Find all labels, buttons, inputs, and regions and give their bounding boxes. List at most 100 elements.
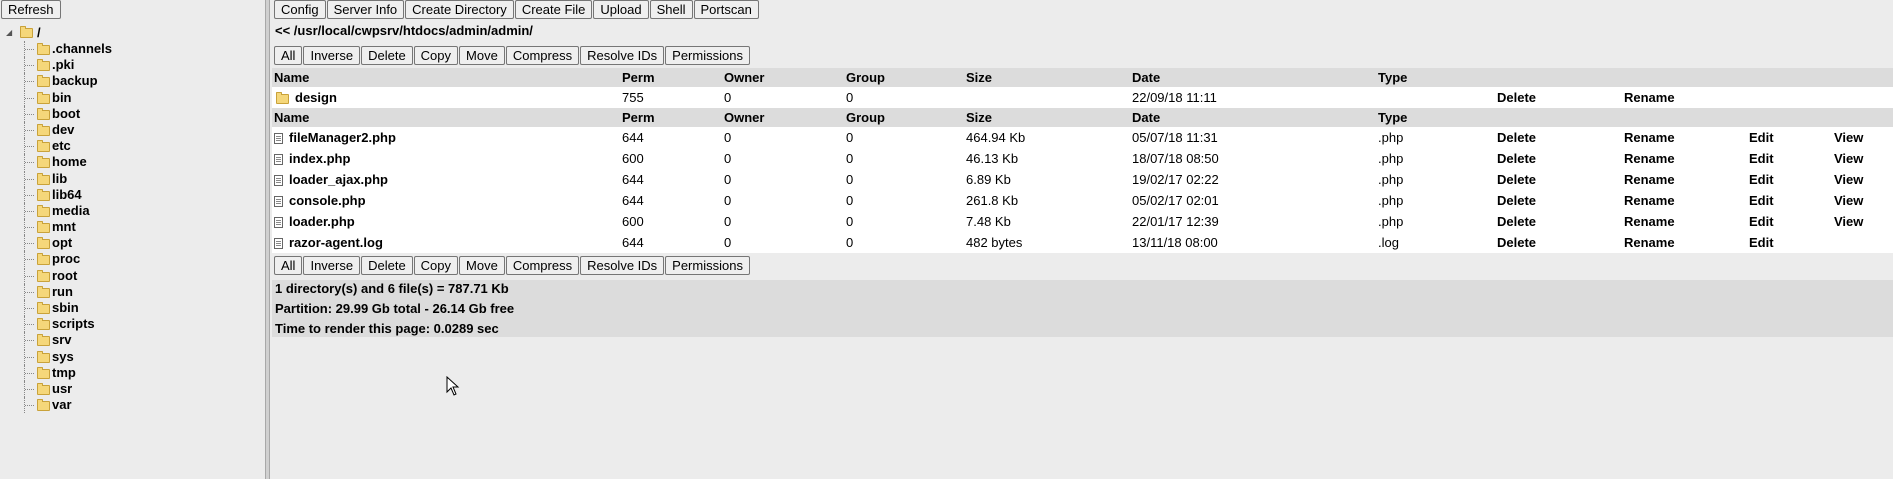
tree-item-label[interactable]: backup — [52, 73, 98, 89]
column-header-perm[interactable]: Perm — [622, 68, 655, 87]
tree-item-label[interactable]: .channels — [52, 41, 112, 57]
panel-divider[interactable] — [265, 0, 270, 479]
tree-item-label[interactable]: run — [52, 284, 73, 300]
delete-link[interactable]: Delete — [1497, 232, 1536, 253]
name-cell[interactable]: design — [274, 87, 337, 108]
delete-link[interactable]: Delete — [1497, 169, 1536, 190]
delete-link[interactable]: Delete — [1497, 190, 1536, 211]
current-path-link[interactable]: << /usr/local/cwpsrv/htdocs/admin/admin/ — [275, 23, 533, 38]
tree-item-label[interactable]: etc — [52, 138, 71, 154]
edit-link[interactable]: Edit — [1749, 190, 1774, 211]
column-header-date[interactable]: Date — [1132, 68, 1160, 87]
delete-link[interactable]: Delete — [1497, 148, 1536, 169]
tree-item-label[interactable]: .pki — [52, 57, 74, 73]
rename-link[interactable]: Rename — [1624, 190, 1675, 211]
action-move-button[interactable]: Move — [459, 256, 505, 275]
tree-item-label[interactable]: proc — [52, 251, 80, 267]
delete-link[interactable]: Delete — [1497, 127, 1536, 148]
toolbar-button-server-info[interactable]: Server Info — [326, 0, 405, 19]
column-header-date[interactable]: Date — [1132, 108, 1160, 127]
tree-root-label[interactable]: / — [37, 25, 41, 41]
tree-item-label[interactable]: sys — [52, 349, 74, 365]
column-header-group[interactable]: Group — [846, 108, 885, 127]
name-cell[interactable]: loader_ajax.php — [274, 169, 388, 190]
item-name[interactable]: razor-agent.log — [289, 235, 383, 250]
column-header-owner[interactable]: Owner — [724, 108, 764, 127]
name-cell[interactable]: loader.php — [274, 211, 355, 232]
toolbar-button-create-file[interactable]: Create File — [514, 0, 593, 19]
delete-link[interactable]: Delete — [1497, 211, 1536, 232]
view-link[interactable]: View — [1834, 211, 1863, 232]
view-link[interactable]: View — [1834, 169, 1863, 190]
action-delete-button[interactable]: Delete — [361, 46, 413, 65]
edit-link[interactable]: Edit — [1749, 127, 1774, 148]
name-cell[interactable]: index.php — [274, 148, 350, 169]
tree-item-label[interactable]: home — [52, 154, 87, 170]
tree-item-label[interactable]: dev — [52, 122, 74, 138]
tree-item-label[interactable]: media — [52, 203, 90, 219]
tree-item-label[interactable]: scripts — [52, 316, 95, 332]
column-header-owner[interactable]: Owner — [724, 68, 764, 87]
tree-item-label[interactable]: sbin — [52, 300, 79, 316]
rename-link[interactable]: Rename — [1624, 148, 1675, 169]
view-link[interactable]: View — [1834, 148, 1863, 169]
toolbar-button-shell[interactable]: Shell — [649, 0, 693, 19]
tree-item-label[interactable]: opt — [52, 235, 72, 251]
collapse-icon[interactable]: ◢ — [6, 29, 13, 37]
file-row[interactable]: razor-agent.log 644 0 0 482 bytes 13/11/18 08… — [272, 232, 1893, 253]
item-name[interactable]: loader_ajax.php — [289, 172, 388, 187]
action-compress-button[interactable]: Compress — [505, 256, 580, 275]
tree-item-label[interactable]: var — [52, 397, 72, 413]
tree-item-label[interactable]: tmp — [52, 365, 76, 381]
item-name[interactable]: index.php — [289, 151, 350, 166]
tree-item-label[interactable]: lib — [52, 171, 67, 187]
edit-link[interactable]: Edit — [1749, 148, 1774, 169]
delete-link[interactable]: Delete — [1497, 87, 1536, 108]
action-permissions-button[interactable]: Permissions — [665, 46, 750, 65]
item-name[interactable]: fileManager2.php — [289, 130, 396, 145]
tree-item-label[interactable]: boot — [52, 106, 80, 122]
action-compress-button[interactable]: Compress — [505, 46, 580, 65]
action-copy-button[interactable]: Copy — [413, 46, 459, 65]
rename-link[interactable]: Rename — [1624, 232, 1675, 253]
toolbar-button-portscan[interactable]: Portscan — [693, 0, 759, 19]
tree-item-label[interactable]: srv — [52, 332, 72, 348]
tree-item-label[interactable]: bin — [52, 90, 72, 106]
action-copy-button[interactable]: Copy — [413, 256, 459, 275]
file-row[interactable]: fileManager2.php 644 0 0 464.94 Kb 05/07/18 1… — [272, 127, 1893, 148]
rename-link[interactable]: Rename — [1624, 169, 1675, 190]
view-link[interactable]: View — [1834, 127, 1863, 148]
tree-item-label[interactable]: usr — [52, 381, 72, 397]
rename-link[interactable]: Rename — [1624, 127, 1675, 148]
column-header-type[interactable]: Type — [1378, 108, 1407, 127]
edit-link[interactable]: Edit — [1749, 232, 1774, 253]
edit-link[interactable]: Edit — [1749, 169, 1774, 190]
name-cell[interactable]: razor-agent.log — [274, 232, 383, 253]
tree-item-label[interactable]: root — [52, 268, 77, 284]
action-permissions-button[interactable]: Permissions — [665, 256, 750, 275]
column-header-name[interactable]: Name — [274, 68, 309, 87]
action-delete-button[interactable]: Delete — [361, 256, 413, 275]
action-all-button[interactable]: All — [274, 46, 303, 65]
edit-link[interactable]: Edit — [1749, 211, 1774, 232]
rename-link[interactable]: Rename — [1624, 211, 1675, 232]
refresh-button[interactable]: Refresh — [1, 0, 61, 19]
action-resolve-ids-button[interactable]: Resolve IDs — [580, 256, 665, 275]
column-header-perm[interactable]: Perm — [622, 108, 655, 127]
file-row[interactable]: index.php 600 0 0 46.13 Kb 18/07/18 08:50 .php… — [272, 148, 1893, 169]
item-name[interactable]: design — [295, 90, 337, 105]
name-cell[interactable]: fileManager2.php — [274, 127, 396, 148]
file-row[interactable]: console.php 644 0 0 261.8 Kb 05/02/17 02:01 .p… — [272, 190, 1893, 211]
view-link[interactable]: View — [1834, 190, 1863, 211]
item-name[interactable]: console.php — [289, 193, 366, 208]
action-inverse-button[interactable]: Inverse — [303, 46, 361, 65]
column-header-size[interactable]: Size — [966, 68, 992, 87]
file-row[interactable]: loader.php 600 0 0 7.48 Kb 22/01/17 12:39 .php… — [272, 211, 1893, 232]
action-move-button[interactable]: Move — [459, 46, 505, 65]
item-name[interactable]: loader.php — [289, 214, 355, 229]
column-header-size[interactable]: Size — [966, 108, 992, 127]
toolbar-button-create-directory[interactable]: Create Directory — [405, 0, 514, 19]
directory-row[interactable]: design 755 0 0 22/09/18 11:11 Delete Rename — [272, 87, 1893, 108]
action-resolve-ids-button[interactable]: Resolve IDs — [580, 46, 665, 65]
tree-item-label[interactable]: mnt — [52, 219, 76, 235]
